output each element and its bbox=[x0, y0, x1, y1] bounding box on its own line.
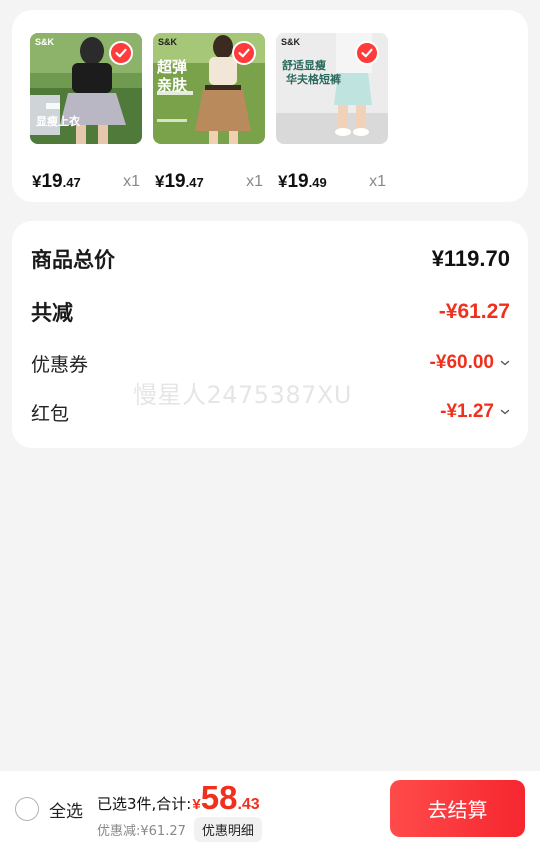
total-reduction-label: 共减 bbox=[31, 301, 73, 325]
total-reduction-row: 共减 -¥61.27 bbox=[31, 296, 510, 328]
product-quantity: x1 bbox=[123, 173, 140, 190]
redpacket-label: 红包 bbox=[31, 402, 70, 425]
product-price: ¥19.47 bbox=[155, 171, 204, 192]
product-image[interactable]: S&K 超弹 亲肤 bbox=[153, 33, 265, 144]
product-image-caption: 华夫格短裤 bbox=[286, 74, 341, 86]
brand-logo: S&K bbox=[158, 37, 178, 47]
price-row: ¥19.47 x1 bbox=[153, 165, 265, 193]
product-image[interactable]: S&K 显瘦上衣 bbox=[30, 33, 142, 144]
product-item[interactable]: S&K 显瘦上衣 ¥19.47 x1 bbox=[30, 33, 142, 192]
selected-total: 已选3件,合计: ¥ 58 .43 bbox=[97, 779, 260, 817]
product-image-caption: 超弹 bbox=[157, 59, 188, 76]
product-image-caption: 亲肤 bbox=[157, 77, 188, 94]
price-summary-card: 商品总价 ¥119.70 共减 -¥61.27 优惠券 -¥60.00 红包 -… bbox=[12, 221, 528, 448]
select-all-label[interactable]: 全选 bbox=[49, 797, 83, 822]
brand-logo: S&K bbox=[281, 37, 301, 47]
check-circle-icon[interactable] bbox=[355, 41, 379, 65]
total-price-value: ¥119.70 bbox=[431, 246, 510, 271]
coupon-label: 优惠券 bbox=[31, 353, 89, 376]
total-price-row: 商品总价 ¥119.70 bbox=[31, 243, 510, 275]
check-circle-icon[interactable] bbox=[232, 41, 256, 65]
redpacket-row[interactable]: 红包 -¥1.27 bbox=[31, 396, 510, 428]
price-row: ¥19.47 x1 bbox=[30, 165, 142, 193]
discount-amount: 优惠减:¥61.27 bbox=[97, 824, 186, 839]
total-amount-int: 58 bbox=[200, 779, 238, 816]
total-currency: ¥ bbox=[192, 796, 201, 813]
product-image[interactable]: S&K 舒适显瘦 华夫格短裤 bbox=[276, 33, 388, 144]
price-row: ¥19.49 x1 bbox=[276, 165, 388, 193]
check-circle-icon[interactable] bbox=[109, 41, 133, 65]
product-quantity: x1 bbox=[246, 173, 263, 190]
radio-unchecked-icon[interactable] bbox=[15, 797, 39, 821]
total-price-label: 商品总价 bbox=[31, 248, 115, 272]
chevron-down-icon[interactable] bbox=[500, 408, 510, 416]
product-price: ¥19.47 bbox=[32, 171, 81, 192]
product-quantity: x1 bbox=[369, 173, 386, 190]
coupon-value[interactable]: -¥60.00 bbox=[430, 352, 510, 374]
checkout-button[interactable]: 去结算 bbox=[390, 780, 525, 837]
product-price: ¥19.49 bbox=[278, 171, 327, 192]
checkout-bar: 全选 已选3件,合计: ¥ 58 .43 优惠减:¥61.27 优惠明细 去结算 bbox=[0, 771, 540, 846]
product-item[interactable]: S&K 舒适显瘦 华夫格短裤 ¥19.49 x1 bbox=[276, 33, 388, 192]
brand-logo: S&K bbox=[35, 37, 55, 47]
redpacket-value[interactable]: -¥1.27 bbox=[440, 401, 510, 423]
selected-products-card: S&K 显瘦上衣 ¥19.47 x1 S&K 超弹 亲肤 ¥19.47 x1 S… bbox=[12, 10, 528, 202]
total-reduction-value: -¥61.27 bbox=[438, 300, 510, 323]
coupon-row[interactable]: 优惠券 -¥60.00 bbox=[31, 347, 510, 379]
product-item[interactable]: S&K 超弹 亲肤 ¥19.47 x1 bbox=[153, 33, 265, 192]
discount-detail-button[interactable]: 优惠明细 bbox=[193, 817, 262, 842]
chevron-down-icon[interactable] bbox=[500, 359, 510, 367]
total-amount-dec: .43 bbox=[237, 796, 260, 813]
selected-count-label: 已选3件,合计: bbox=[97, 795, 192, 813]
product-image-caption: 显瘦上衣 bbox=[36, 116, 80, 128]
discount-line: 优惠减:¥61.27 优惠明细 bbox=[97, 817, 262, 842]
